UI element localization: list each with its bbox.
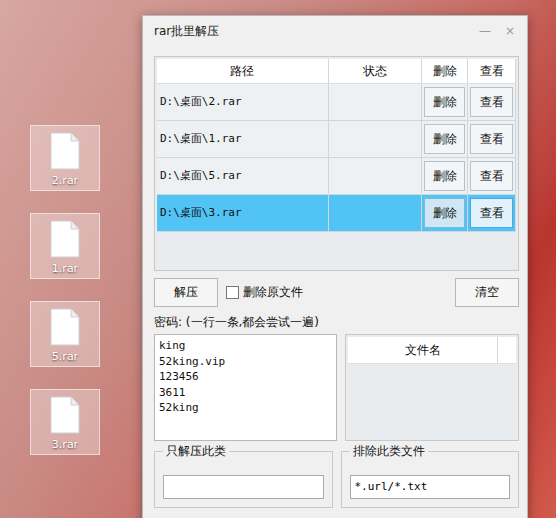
column-header: 删除 — [422, 59, 469, 83]
table-row[interactable]: D:\桌面\5.rar 删除查看 — [157, 158, 516, 195]
view-button[interactable]: 查看 — [470, 87, 513, 117]
view-button[interactable]: 查看 — [470, 161, 513, 191]
file-name-list: 文件名 — [345, 334, 519, 441]
view-button[interactable]: 查看 — [470, 124, 513, 154]
view-cell: 查看 — [468, 84, 516, 120]
status-cell — [329, 158, 422, 194]
file-icon — [50, 396, 80, 434]
delete-cell: 删除 — [422, 121, 469, 157]
file-icon — [50, 220, 80, 258]
password-box[interactable]: king52king.vip123456361152king — [154, 334, 337, 441]
delete-button[interactable]: 删除 — [424, 198, 466, 228]
path-cell: D:\桌面\5.rar — [157, 158, 329, 194]
column-header: 文件名 — [348, 337, 498, 363]
include-filter-group: 只解压此类 — [154, 451, 333, 508]
middle-row: king52king.vip123456361152king 文件名 — [154, 334, 519, 441]
file-icon — [50, 132, 80, 170]
column-header: 路径 — [157, 59, 329, 83]
view-cell: 查看 — [468, 121, 516, 157]
close-button[interactable]: × — [505, 22, 515, 40]
checkbox-box[interactable] — [226, 286, 239, 299]
password-line: 52king.vip — [159, 354, 332, 370]
status-cell — [329, 84, 422, 120]
password-label: 密码: (一行一条,都会尝试一遍) — [154, 315, 519, 329]
delete-source-checkbox[interactable]: 删除原文件 — [226, 283, 303, 301]
file-icon — [50, 308, 80, 346]
delete-cell: 删除 — [422, 195, 469, 231]
password-line: king — [159, 338, 332, 354]
delete-button[interactable]: 删除 — [424, 124, 466, 154]
column-header: 查看 — [468, 59, 516, 83]
desktop-file[interactable]: 1.rar — [30, 213, 100, 279]
clear-button[interactable]: 清空 — [455, 278, 519, 307]
file-label: 2.rar — [52, 174, 78, 187]
title-bar: rar批里解压—× — [154, 16, 519, 46]
password-line: 123456 — [159, 369, 332, 385]
action-row: 解压 删除原文件 清空 — [154, 277, 519, 307]
view-cell: 查看 — [468, 158, 516, 194]
view-button[interactable]: 查看 — [470, 198, 513, 228]
file-table: 路径状态删除查看D:\桌面\2.rar删除查看D:\桌面\1.rar删除查看D:… — [154, 56, 519, 271]
table-row[interactable]: D:\桌面\1.rar 删除查看 — [157, 121, 516, 158]
file-label: 1.rar — [52, 262, 78, 275]
exclude-filter-input[interactable] — [350, 475, 511, 499]
view-cell: 查看 — [468, 195, 516, 231]
column-header: 状态 — [329, 59, 422, 83]
path-cell: D:\桌面\2.rar — [157, 84, 329, 120]
path-cell: D:\桌面\1.rar — [157, 121, 329, 157]
checkbox-label: 删除原文件 — [243, 283, 303, 301]
status-cell — [329, 195, 422, 231]
include-filter-label: 只解压此类 — [163, 444, 229, 459]
table-header: 路径状态删除查看 — [157, 59, 516, 84]
filter-row: 只解压此类排除此类文件 — [154, 451, 519, 508]
desktop-file[interactable]: 5.rar — [30, 301, 100, 367]
delete-cell: 删除 — [422, 158, 469, 194]
status-cell — [329, 121, 422, 157]
extract-button[interactable]: 解压 — [154, 278, 218, 307]
exclude-filter-group: 排除此类文件 — [341, 451, 520, 508]
include-filter-input[interactable] — [163, 475, 324, 499]
table-row[interactable]: D:\桌面\3.rar 删除查看 — [157, 195, 516, 232]
path-cell: D:\桌面\3.rar — [157, 195, 329, 231]
table-row[interactable]: D:\桌面\2.rar 删除查看 — [157, 84, 516, 121]
app-window: rar批里解压—×路径状态删除查看D:\桌面\2.rar删除查看D:\桌面\1.… — [142, 15, 528, 518]
password-line: 52king — [159, 400, 332, 416]
desktop-file[interactable]: 3.rar — [30, 389, 100, 455]
delete-button[interactable]: 删除 — [424, 161, 466, 191]
desktop-file[interactable]: 2.rar — [30, 125, 100, 191]
delete-button[interactable]: 删除 — [424, 87, 466, 117]
exclude-filter-label: 排除此类文件 — [350, 444, 428, 459]
password-line: 3611 — [159, 385, 332, 401]
file-label: 3.rar — [52, 438, 78, 451]
list-header: 文件名 — [348, 337, 516, 364]
window-controls: —× — [479, 22, 519, 40]
window-title: rar批里解压 — [154, 22, 219, 40]
delete-cell: 删除 — [422, 84, 469, 120]
minimize-button[interactable]: — — [479, 22, 491, 40]
file-label: 5.rar — [52, 350, 78, 363]
